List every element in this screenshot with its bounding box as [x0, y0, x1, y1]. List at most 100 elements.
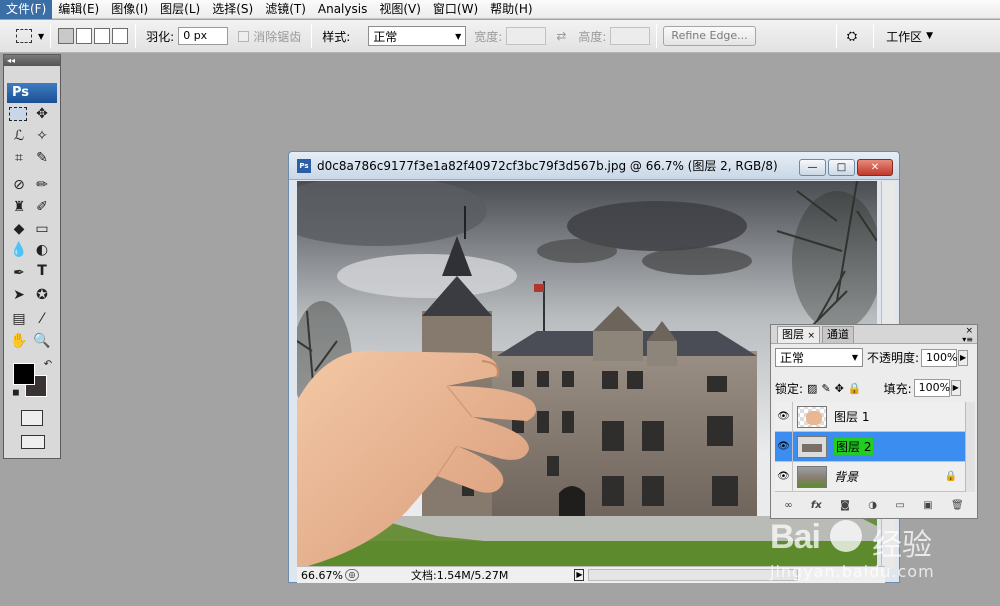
zoom-preview-icon[interactable]: ◎ [345, 569, 359, 581]
new-selection-icon[interactable] [58, 28, 75, 44]
history-brush-icon[interactable]: ✐ [32, 197, 52, 217]
chevron-down-icon[interactable]: ▼ [38, 32, 44, 41]
maximize-button[interactable]: □ [828, 159, 855, 176]
clone-stamp-icon[interactable]: ♜ [9, 197, 29, 217]
blend-mode-select[interactable]: 正常 ▼ [775, 348, 863, 367]
add-to-selection-icon[interactable] [76, 28, 93, 44]
delete-layer-icon[interactable]: 🗑 [951, 500, 964, 516]
menu-view[interactable]: 视图(V) [373, 0, 427, 19]
fill-slider-arrow-icon[interactable]: ▶ [950, 380, 961, 396]
minimize-button[interactable]: — [799, 159, 826, 176]
swap-colors-icon[interactable]: ↶ [38, 355, 58, 375]
pen-tool-icon[interactable]: ✒ [9, 263, 29, 283]
lock-transparency-icon[interactable]: ▨ [807, 382, 817, 395]
move-tool-icon[interactable]: ✥ [32, 104, 52, 124]
menu-help[interactable]: 帮助(H) [484, 0, 538, 19]
lock-all-icon[interactable]: 🔒 [848, 382, 862, 395]
eraser-tool-icon[interactable]: ◆ [9, 219, 29, 239]
notes-tool-icon[interactable]: ▤ [9, 309, 29, 329]
path-selection-icon[interactable]: ➤ [9, 285, 29, 305]
opacity-input[interactable]: 100% [921, 348, 958, 367]
lock-position-icon[interactable]: ✥ [835, 382, 844, 395]
new-group-icon[interactable]: ▭ [895, 500, 904, 516]
menu-layer[interactable]: 图层(L) [154, 0, 206, 19]
visibility-eye-icon[interactable]: 👁 [775, 401, 793, 432]
menu-window[interactable]: 窗口(W) [427, 0, 484, 19]
workspace-button[interactable]: 工作区 ▼ [886, 28, 933, 45]
lock-pixels-icon[interactable]: ✎ [821, 382, 830, 395]
separator [656, 24, 658, 48]
fx-icon[interactable]: fx [811, 500, 822, 516]
healing-brush-icon[interactable]: ⊘ [9, 175, 29, 195]
horizontal-scrollbar[interactable] [588, 569, 799, 581]
status-menu-arrow-icon[interactable]: ▶ [574, 569, 585, 581]
menu-bar: 文件(F) 编辑(E) 图像(I) 图层(L) 选择(S) 滤镜(T) Anal… [0, 0, 1000, 19]
bridge-icon[interactable]: ⛭ [847, 29, 857, 44]
fill-input[interactable]: 100% [913, 379, 950, 397]
refine-edge-button[interactable]: Refine Edge... [663, 26, 756, 46]
blur-tool-icon[interactable]: 💧 [9, 240, 29, 260]
magic-wand-icon[interactable]: ✧ [32, 126, 52, 146]
watermark-brand-suffix: 经验 [872, 528, 932, 563]
visibility-eye-icon[interactable]: 👁 [775, 461, 793, 492]
tab-channels[interactable]: 通道 [822, 326, 855, 343]
menu-edit[interactable]: 编辑(E) [52, 0, 105, 19]
menu-filter[interactable]: 滤镜(T) [259, 0, 312, 19]
gradient-tool-icon[interactable]: ▭ [32, 219, 52, 239]
layers-panel: 图层 × 通道 × ▾≡ 正常 ▼ 不透明度: 100% ▶ 锁定: ▨ ✎ ✥… [770, 324, 978, 519]
layer-row[interactable]: 👁 背景 🔒 [775, 461, 965, 492]
menu-image[interactable]: 图像(I) [105, 0, 154, 19]
height-input[interactable] [610, 27, 651, 45]
link-layers-icon[interactable]: ∞ [784, 500, 792, 516]
dodge-tool-icon[interactable]: ◐ [32, 240, 52, 260]
adjustment-layer-icon[interactable]: ◑ [868, 500, 877, 516]
marquee-tool-preset-icon[interactable] [16, 29, 32, 43]
crop-tool-icon[interactable]: ⌗ [9, 148, 29, 168]
intersect-selection-icon[interactable] [112, 28, 129, 44]
layers-scrollbar[interactable] [965, 402, 975, 492]
lock-label: 锁定: [775, 381, 804, 396]
brush-tool-icon[interactable]: ✏ [32, 175, 52, 195]
layer-name[interactable]: 图层 1 [834, 408, 869, 425]
width-input[interactable] [506, 27, 547, 45]
new-layer-icon[interactable]: ▣ [923, 500, 932, 516]
tab-close-icon[interactable]: × [808, 331, 816, 341]
toolbox-panel: ◂◂ Ps ✥ ℒ ✧ ⌗ ✎ ⊘ ✏ ♜ ✐ ◆ ▭ 💧 ◐ ✒ T ➤ ✪ … [3, 54, 61, 459]
toolbox-collapse-icon[interactable]: ◂◂ [4, 55, 60, 66]
menu-file[interactable]: 文件(F) [0, 0, 53, 19]
panel-menu-icon[interactable]: ▾≡ [962, 335, 973, 344]
eyedropper-icon[interactable]: ⁄ [32, 309, 52, 329]
style-select[interactable]: 正常 ▼ [368, 26, 467, 46]
antialias-checkbox[interactable] [238, 30, 250, 42]
separator [135, 24, 137, 48]
default-colors-icon[interactable]: ◼ [6, 383, 26, 403]
screen-mode-icon[interactable] [21, 435, 45, 449]
zoom-tool-icon[interactable]: 🔍 [32, 331, 52, 351]
opacity-slider-arrow-icon[interactable]: ▶ [958, 349, 969, 366]
layer-thumbnail [797, 465, 827, 488]
type-tool-icon[interactable]: T [32, 261, 52, 281]
menu-select[interactable]: 选择(S) [206, 0, 259, 19]
zoom-level[interactable]: 66.67% [297, 569, 345, 582]
lasso-tool-icon[interactable]: ℒ [9, 126, 29, 146]
marquee-tool-icon[interactable] [9, 107, 27, 121]
swap-icon[interactable]: ⇄ [556, 29, 566, 43]
layer-name[interactable]: 背景 [834, 468, 858, 485]
menu-analysis[interactable]: Analysis [312, 0, 373, 19]
document-info[interactable]: 文档:1.54M/5.27M [411, 567, 508, 583]
foreground-color-swatch-top[interactable] [13, 363, 35, 385]
visibility-eye-icon[interactable]: 👁 [775, 431, 793, 462]
layer-row-selected[interactable]: 👁 图层 2 [775, 431, 965, 462]
close-button[interactable]: ✕ [857, 159, 893, 176]
custom-shape-icon[interactable]: ✪ [32, 285, 52, 305]
options-bar: ▼ 羽化: 0 px 消除锯齿 样式: 正常 ▼ 宽度: ⇄ 高度: Refin… [0, 20, 1000, 53]
layer-name[interactable]: 图层 2 [834, 438, 874, 455]
hand-tool-icon[interactable]: ✋ [9, 331, 29, 351]
slice-tool-icon[interactable]: ✎ [32, 148, 52, 168]
subtract-from-selection-icon[interactable] [94, 28, 111, 44]
quick-mask-icon[interactable] [21, 410, 43, 426]
layer-row[interactable]: 👁 图层 1 [775, 401, 965, 432]
tab-layers[interactable]: 图层 × [777, 326, 821, 343]
add-mask-icon[interactable]: ◙ [840, 500, 850, 516]
feather-input[interactable]: 0 px [178, 27, 229, 45]
